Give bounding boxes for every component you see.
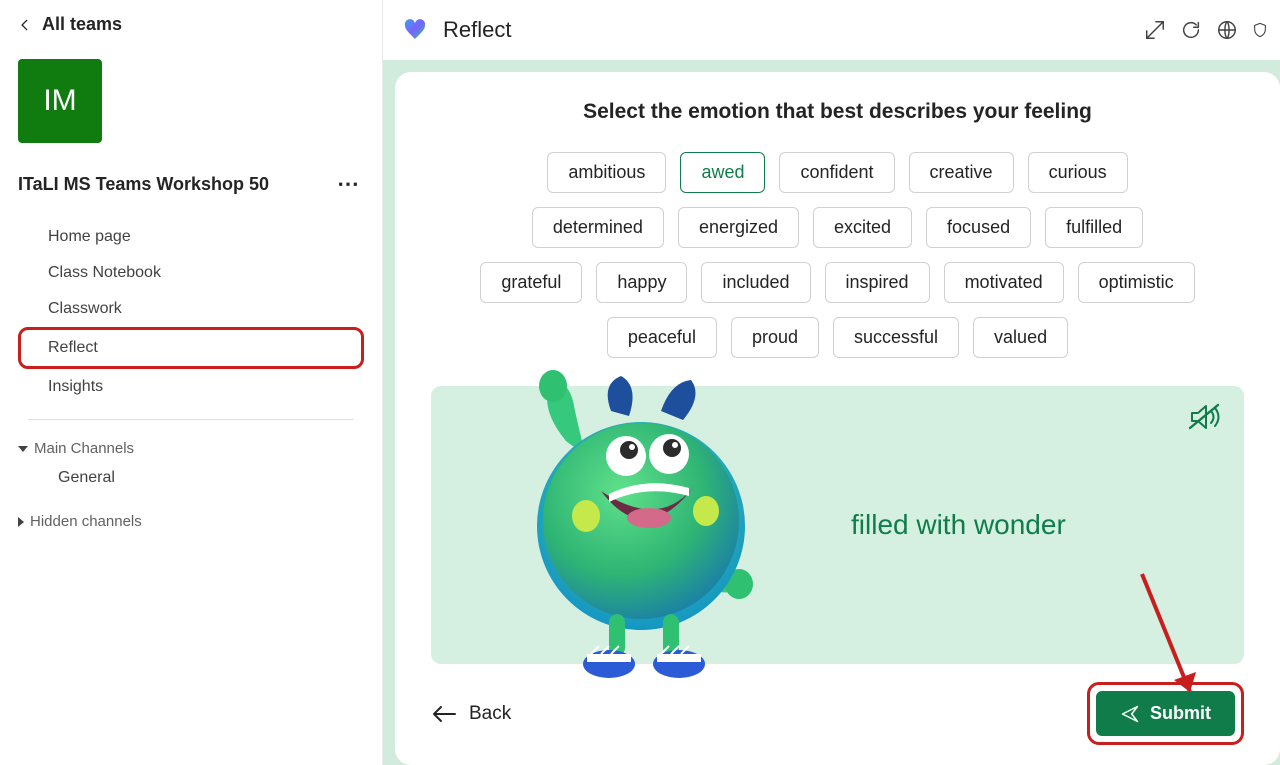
emotion-chip-motivated[interactable]: motivated: [944, 262, 1064, 303]
emotion-chip-energized[interactable]: energized: [678, 207, 799, 248]
emotion-chip-happy[interactable]: happy: [596, 262, 687, 303]
teams-sidebar: All teams IM ITaLI MS Teams Workshop 50 …: [0, 0, 383, 765]
refresh-icon[interactable]: [1180, 19, 1202, 41]
emotion-chip-awed[interactable]: awed: [680, 152, 765, 193]
emotion-chip-grateful[interactable]: grateful: [480, 262, 582, 303]
emotion-chip-curious[interactable]: curious: [1028, 152, 1128, 193]
emotion-chip-optimistic[interactable]: optimistic: [1078, 262, 1195, 303]
nav-home-page[interactable]: Home page: [18, 219, 364, 255]
all-teams-back[interactable]: All teams: [18, 14, 364, 35]
emotion-chip-determined[interactable]: determined: [532, 207, 664, 248]
tab-bar: Reflect: [383, 0, 1280, 60]
emotion-chip-successful[interactable]: successful: [833, 317, 959, 358]
reflect-heart-icon: [403, 18, 427, 42]
nav-class-notebook[interactable]: Class Notebook: [18, 255, 364, 291]
emotion-chip-creative[interactable]: creative: [909, 152, 1014, 193]
tab-title: Reflect: [443, 17, 511, 43]
emotion-chip-included[interactable]: included: [701, 262, 810, 303]
main-pane: Reflect Select the emotion that best des…: [383, 0, 1280, 765]
feeling-description: filled with wonder: [851, 509, 1066, 541]
sidebar-divider: [28, 419, 354, 420]
all-teams-label: All teams: [42, 14, 122, 35]
team-more-icon[interactable]: ⋯: [333, 171, 364, 197]
submit-annotation-box: Submit: [1087, 682, 1244, 745]
nav-reflect[interactable]: Reflect: [18, 327, 364, 369]
submit-label: Submit: [1150, 703, 1211, 724]
main-channels-label: Main Channels: [34, 440, 134, 457]
emotion-chip-excited[interactable]: excited: [813, 207, 912, 248]
send-icon: [1120, 704, 1140, 724]
emotion-chip-confident[interactable]: confident: [779, 152, 894, 193]
emotion-prompt: Select the emotion that best describes y…: [431, 100, 1244, 124]
nav-classwork[interactable]: Classwork: [18, 291, 364, 327]
hidden-channels-label: Hidden channels: [30, 513, 142, 530]
emotion-chip-inspired[interactable]: inspired: [825, 262, 930, 303]
caret-right-icon: [18, 517, 24, 527]
emotion-chip-ambitious[interactable]: ambitious: [547, 152, 666, 193]
team-name: ITaLI MS Teams Workshop 50: [18, 174, 269, 195]
back-label: Back: [469, 703, 511, 725]
back-button[interactable]: Back: [431, 703, 511, 725]
caret-down-icon: [18, 446, 28, 452]
expand-icon[interactable]: [1144, 19, 1166, 41]
reflect-canvas: Select the emotion that best describes y…: [383, 60, 1280, 765]
feelings-monster: [431, 386, 791, 664]
hidden-channels-header[interactable]: Hidden channels: [18, 507, 364, 536]
team-avatar[interactable]: IM: [18, 59, 102, 143]
nav-insights[interactable]: Insights: [18, 369, 364, 405]
main-channels-header[interactable]: Main Channels: [18, 434, 364, 463]
channel-general[interactable]: General: [18, 463, 364, 493]
submit-button[interactable]: Submit: [1096, 691, 1235, 736]
emotion-chips: ambitious awed confident creative curious det…: [478, 152, 1198, 358]
emotion-chip-peaceful[interactable]: peaceful: [607, 317, 717, 358]
shield-icon[interactable]: [1252, 19, 1268, 41]
feeling-panel: filled with wonder: [431, 386, 1244, 664]
mute-icon[interactable]: [1188, 402, 1222, 432]
avatar-initials: IM: [43, 84, 76, 118]
emotion-chip-focused[interactable]: focused: [926, 207, 1031, 248]
globe-icon[interactable]: [1216, 19, 1238, 41]
reflect-card: Select the emotion that best describes y…: [395, 72, 1280, 765]
emotion-chip-valued[interactable]: valued: [973, 317, 1068, 358]
chevron-left-icon: [18, 18, 32, 32]
emotion-chip-proud[interactable]: proud: [731, 317, 819, 358]
sidebar-nav: Home page Class Notebook Classwork Refle…: [18, 219, 364, 405]
emotion-chip-fulfilled[interactable]: fulfilled: [1045, 207, 1143, 248]
arrow-left-icon: [431, 705, 457, 723]
